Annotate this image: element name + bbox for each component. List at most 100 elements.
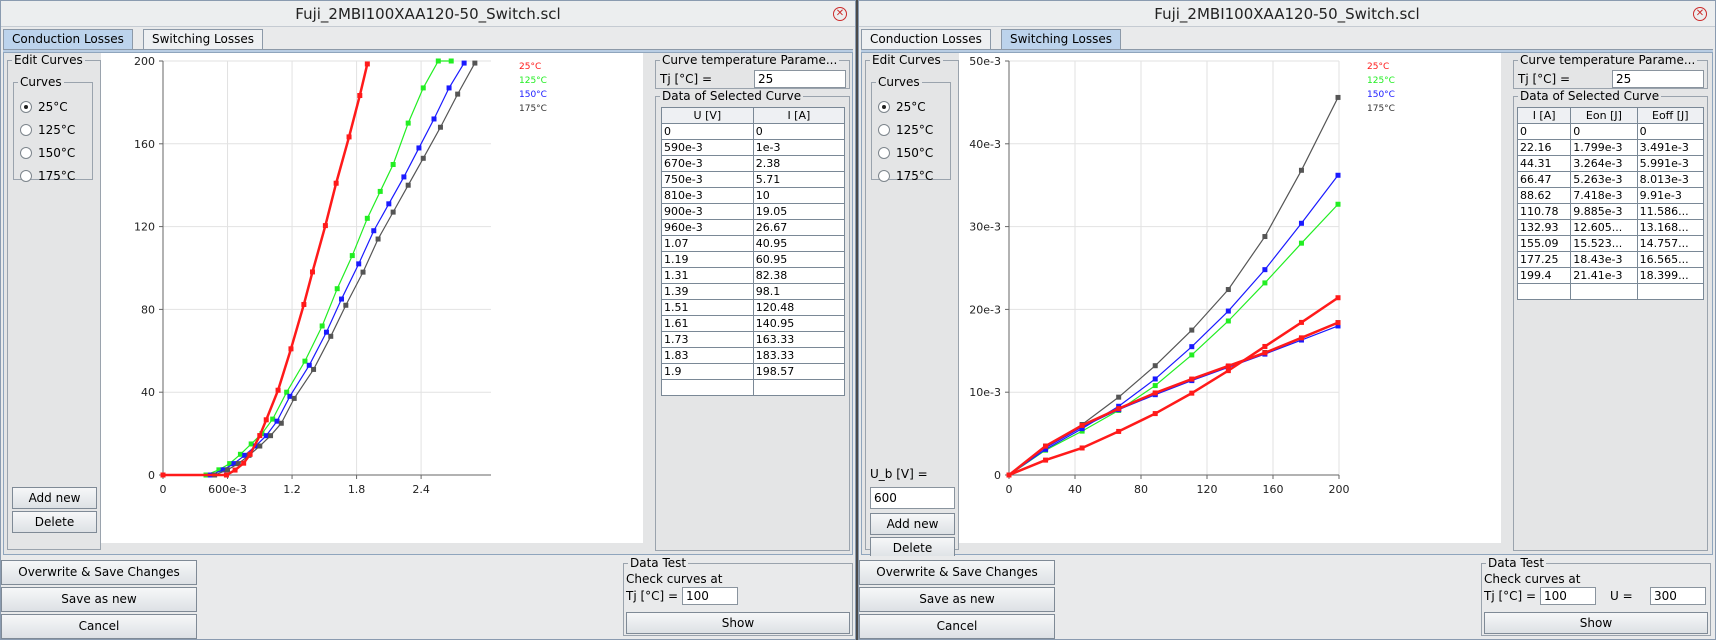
save-as-new-button[interactable]: Save as new — [859, 587, 1055, 612]
table-cell[interactable]: 198.57 — [752, 363, 846, 380]
u-test-field[interactable]: 300 — [1650, 587, 1706, 605]
table-cell[interactable]: 155.09 — [1516, 235, 1572, 252]
table-row[interactable]: 750e-3 5.71 — [661, 171, 846, 188]
table-cell[interactable]: 0 — [1636, 123, 1705, 140]
table-cell[interactable]: 1.07 — [661, 235, 754, 252]
table-cell[interactable]: 66.47 — [1516, 171, 1572, 188]
table-row[interactable]: 199.4 21.41e-3 18.399... — [1516, 267, 1705, 284]
table-cell[interactable]: 1.19 — [661, 251, 754, 268]
save-as-new-button[interactable]: Save as new — [1, 587, 197, 612]
table-cell[interactable]: 1e-3 — [752, 139, 846, 156]
table-row[interactable]: 1.31 82.38 — [661, 267, 846, 284]
table-cell[interactable]: 3.264e-3 — [1570, 155, 1638, 172]
show-button[interactable]: Show — [626, 612, 850, 634]
table-cell[interactable]: 14.757... — [1636, 235, 1705, 252]
table-cell[interactable]: 3.491e-3 — [1636, 139, 1705, 156]
table-cell[interactable]: 26.67 — [752, 219, 846, 236]
add-new-button[interactable]: Add new — [870, 513, 955, 535]
tj-value-field[interactable]: 25 — [754, 70, 846, 88]
table-cell[interactable]: 0 — [1570, 123, 1638, 140]
table-cell[interactable]: 132.93 — [1516, 219, 1572, 236]
table-cell[interactable]: 98.1 — [752, 283, 846, 300]
table-cell[interactable] — [1516, 283, 1572, 300]
table-row[interactable]: 590e-3 1e-3 — [661, 139, 846, 156]
tab-conduction-losses[interactable]: Conduction Losses — [3, 29, 133, 49]
show-button[interactable]: Show — [1484, 612, 1708, 634]
table-row[interactable]: 000 — [1516, 123, 1705, 140]
tj-test-field[interactable]: 100 — [682, 587, 738, 605]
table-row[interactable]: 1.07 40.95 — [661, 235, 846, 252]
table-row[interactable]: 1.61 140.95 — [661, 315, 846, 332]
table-cell[interactable]: 18.399... — [1636, 267, 1705, 284]
table-cell[interactable]: 199.4 — [1516, 267, 1572, 284]
selected-curve-table[interactable]: U [V] I [A] 0 0 590e-3 1e-3 670e-3 2.38 750e-3 5.… — [661, 107, 846, 396]
close-icon[interactable]: ✕ — [833, 7, 847, 21]
table-cell[interactable]: 2.38 — [752, 155, 846, 172]
table-cell[interactable]: 590e-3 — [661, 139, 754, 156]
radio-175c[interactable]: 175°C — [20, 166, 75, 186]
table-row[interactable]: 44.31 3.264e-3 5.991e-3 — [1516, 155, 1705, 172]
table-cell[interactable] — [1570, 283, 1638, 300]
selected-curve-table[interactable]: I [A] Eon [J] Eoff [J] 0 0 0 22.16 1.799e-3 3.49… — [1516, 107, 1705, 300]
table-cell[interactable]: 22.16 — [1516, 139, 1572, 156]
overwrite-save-button[interactable]: Overwrite & Save Changes — [1, 560, 197, 585]
cancel-button[interactable]: Cancel — [859, 614, 1055, 639]
column-header[interactable]: I [A] — [752, 107, 846, 124]
table-cell[interactable]: 5.991e-3 — [1636, 155, 1705, 172]
column-header[interactable]: Eoff [J] — [1636, 107, 1705, 124]
table-cell[interactable]: 183.33 — [752, 347, 846, 364]
add-new-button[interactable]: Add new — [12, 487, 97, 509]
table-cell[interactable]: 12.605... — [1570, 219, 1638, 236]
table-row[interactable]: 1.9 198.57 — [661, 363, 846, 380]
table-cell[interactable]: 750e-3 — [661, 171, 754, 188]
table-cell[interactable]: 82.38 — [752, 267, 846, 284]
table-row[interactable]: 810e-3 10 — [661, 187, 846, 204]
table-cell[interactable]: 8.013e-3 — [1636, 171, 1705, 188]
table-cell[interactable]: 960e-3 — [661, 219, 754, 236]
column-header[interactable]: Eon [J] — [1570, 107, 1638, 124]
tab-switching-losses[interactable]: Switching Losses — [143, 29, 263, 49]
table-row[interactable]: 88.62 7.418e-3 9.91e-3 — [1516, 187, 1705, 204]
radio-175c[interactable]: 175°C — [878, 166, 933, 186]
table-row[interactable]: 1.83 183.33 — [661, 347, 846, 364]
table-cell[interactable]: 5.71 — [752, 171, 846, 188]
table-cell[interactable]: 1.799e-3 — [1570, 139, 1638, 156]
table-cell[interactable]: 1.9 — [661, 363, 754, 380]
table-cell[interactable]: 110.78 — [1516, 203, 1572, 220]
table-cell[interactable]: 0 — [1516, 123, 1572, 140]
table-cell[interactable]: 1.39 — [661, 283, 754, 300]
table-row[interactable]: 670e-3 2.38 — [661, 155, 846, 172]
table-cell[interactable]: 16.565... — [1636, 251, 1705, 268]
table-row[interactable]: 1.39 98.1 — [661, 283, 846, 300]
table-cell[interactable]: 1.73 — [661, 331, 754, 348]
table-cell[interactable]: 1.31 — [661, 267, 754, 284]
table-cell[interactable]: 10 — [752, 187, 846, 204]
table-cell[interactable]: 1.83 — [661, 347, 754, 364]
table-row[interactable]: 66.47 5.263e-3 8.013e-3 — [1516, 171, 1705, 188]
table-cell[interactable]: 0 — [661, 123, 754, 140]
table-row[interactable]: 960e-3 26.67 — [661, 219, 846, 236]
table-cell[interactable]: 900e-3 — [661, 203, 754, 220]
table-cell[interactable] — [661, 379, 754, 396]
table-cell[interactable]: 177.25 — [1516, 251, 1572, 268]
tj-test-field[interactable]: 100 — [1540, 587, 1596, 605]
table-cell[interactable] — [1636, 283, 1705, 300]
cancel-button[interactable]: Cancel — [1, 614, 197, 639]
table-cell[interactable]: 9.885e-3 — [1570, 203, 1638, 220]
table-cell[interactable]: 19.05 — [752, 203, 846, 220]
table-cell[interactable]: 13.168... — [1636, 219, 1705, 236]
radio-150c[interactable]: 150°C — [20, 143, 75, 163]
table-cell[interactable]: 15.523... — [1570, 235, 1638, 252]
table-cell[interactable]: 9.91e-3 — [1636, 187, 1705, 204]
table-row[interactable]: 1.73 163.33 — [661, 331, 846, 348]
table-row[interactable]: 900e-3 19.05 — [661, 203, 846, 220]
delete-button[interactable]: Delete — [12, 511, 97, 533]
radio-25c[interactable]: 25°C — [878, 97, 926, 117]
ub-value-field[interactable]: 600 — [870, 487, 955, 509]
table-cell[interactable]: 670e-3 — [661, 155, 754, 172]
table-row[interactable]: 110.78 9.885e-3 11.586... — [1516, 203, 1705, 220]
table-cell[interactable] — [752, 379, 846, 396]
column-header[interactable]: I [A] — [1516, 107, 1572, 124]
table-cell[interactable]: 44.31 — [1516, 155, 1572, 172]
table-row[interactable] — [661, 379, 846, 396]
